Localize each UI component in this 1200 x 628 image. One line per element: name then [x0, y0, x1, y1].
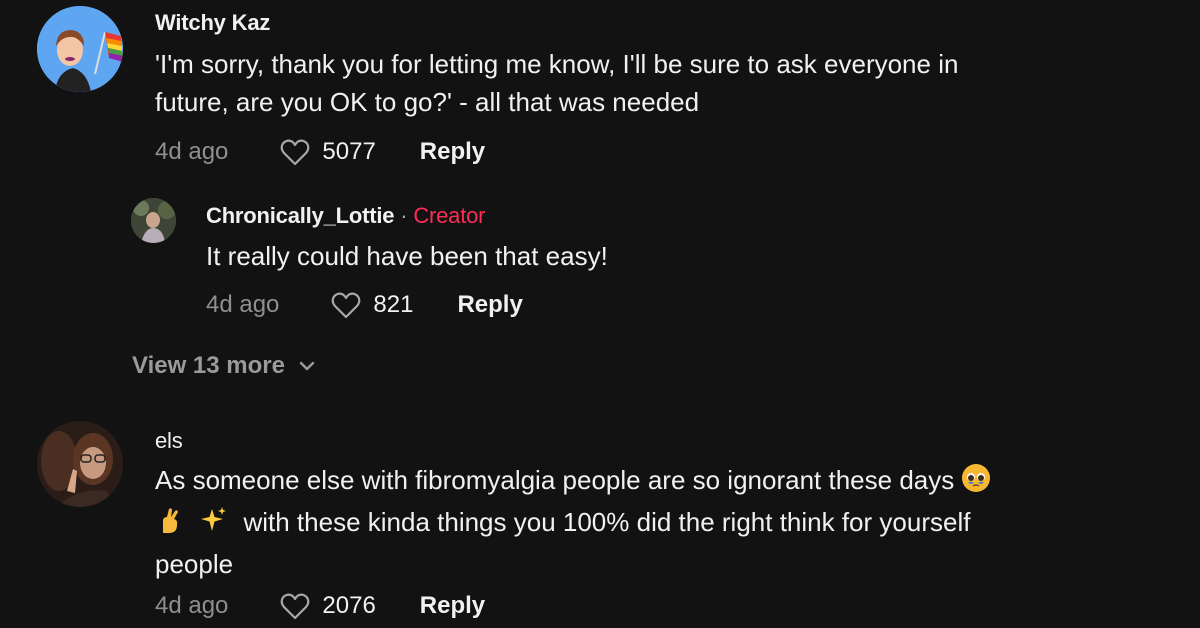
reply-button[interactable]: Reply — [457, 291, 522, 319]
comment-meta: 4d ago 2076 Reply — [155, 592, 485, 620]
like-button[interactable]: 2076 — [280, 592, 376, 620]
comment-text: As someone else with fibromyalgia people… — [155, 461, 991, 583]
heart-icon — [332, 292, 361, 319]
username[interactable]: els — [155, 428, 183, 454]
sparkles-icon — [198, 505, 228, 545]
chevron-down-icon — [299, 361, 315, 371]
comment-text-line: people — [155, 549, 234, 579]
comment-text-line: with these kinda things you 100% did the… — [155, 503, 991, 545]
comment-text-line: It really could have been that easy! — [206, 241, 608, 271]
crossed-fingers-icon — [155, 505, 185, 545]
heart-icon — [281, 139, 310, 166]
separator: · — [400, 203, 408, 228]
comment-text: It really could have been that easy! — [206, 237, 608, 275]
user-photo-icon — [37, 421, 123, 507]
comment-text-segment: As someone else with fibromyalgia people… — [155, 465, 955, 495]
user-photo-icon — [131, 198, 176, 243]
avatar[interactable] — [37, 421, 123, 507]
avatar[interactable] — [131, 198, 176, 243]
memoji-avatar-icon — [37, 6, 123, 92]
like-button[interactable]: 821 — [331, 291, 413, 319]
comment-text-segment: with these kinda things you 100% did the… — [243, 507, 971, 537]
like-count: 5077 — [322, 138, 376, 165]
comment-text-line: As someone else with fibromyalgia people… — [155, 461, 991, 503]
comment-text: 'I'm sorry, thank you for letting me kno… — [155, 45, 958, 121]
reply-button[interactable]: Reply — [420, 138, 485, 166]
view-more-replies-button[interactable]: View 13 more — [132, 352, 315, 380]
like-button[interactable]: 5077 — [280, 138, 376, 166]
avatar[interactable] — [37, 6, 123, 92]
timestamp: 4d ago — [206, 291, 280, 318]
username[interactable]: Witchy Kaz — [155, 10, 270, 36]
creator-badge: Creator — [413, 203, 486, 228]
like-count: 2076 — [322, 592, 376, 619]
like-count: 821 — [373, 291, 414, 318]
comment-meta: 4d ago 5077 Reply — [155, 138, 485, 166]
pleading-face-icon — [961, 463, 991, 503]
reply-button[interactable]: Reply — [420, 592, 485, 620]
comment-text-line: 'I'm sorry, thank you for letting me kno… — [155, 49, 959, 79]
comment-text-line: future, are you OK to go?' - all that wa… — [155, 87, 700, 117]
timestamp: 4d ago — [155, 592, 229, 619]
username: Chronically_Lottie · Creator — [206, 203, 485, 229]
username-link[interactable]: Chronically_Lottie — [206, 203, 395, 228]
heart-icon — [281, 593, 310, 620]
timestamp: 4d ago — [155, 138, 229, 165]
comment-meta: 4d ago 821 Reply — [206, 291, 523, 319]
view-more-label: View 13 more — [132, 352, 285, 379]
